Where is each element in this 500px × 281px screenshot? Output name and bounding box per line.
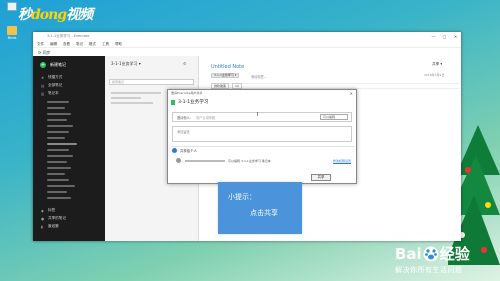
title-bar: 3-1-1业务学习 - Evernote — □ ✕ bbox=[33, 32, 461, 41]
window-title: 3-1-1业务学习 - Evernote bbox=[47, 34, 90, 38]
baidu-jingyan-logo: Bai 经验 bbox=[395, 244, 470, 264]
shared-user-blurred bbox=[185, 159, 225, 162]
text-cursor-icon: I bbox=[257, 112, 259, 118]
menu-note[interactable]: 笔记 bbox=[76, 42, 83, 47]
sidebar-item-tags[interactable]: ◆ 标签 bbox=[41, 208, 55, 213]
notebook-entry-blurred[interactable] bbox=[47, 173, 65, 175]
share-button[interactable]: 共享 ▾ bbox=[432, 62, 442, 67]
desktop-icon-folder[interactable]: Birds bbox=[3, 26, 21, 40]
tip-title: 小提示： bbox=[228, 193, 256, 201]
notebook-entry-blurred[interactable] bbox=[47, 101, 69, 103]
dialog-notebook-name: 3-1-1业务学习 bbox=[171, 99, 208, 105]
avatar bbox=[176, 158, 181, 163]
folder-icon bbox=[7, 26, 17, 35]
trash-icon: ▮ bbox=[41, 224, 43, 229]
notebook-entry-blurred[interactable] bbox=[47, 191, 67, 193]
desktop-icon-label: Birds bbox=[7, 36, 17, 40]
dialog-header: 邀请Evernote用户共享 ✕ bbox=[168, 90, 356, 96]
notebook-entry-blurred[interactable] bbox=[47, 137, 65, 139]
note-title[interactable]: Untitled Note bbox=[211, 64, 244, 70]
people-icon: ● bbox=[41, 216, 45, 221]
video-watermark: 秒dong视频 bbox=[18, 7, 93, 23]
tip-text: 点击共享 bbox=[250, 209, 278, 217]
notebook-entry-blurred[interactable] bbox=[47, 125, 73, 127]
toolbar: ⟳ 同步 bbox=[33, 49, 461, 56]
search-notes-input[interactable]: 搜索笔记 bbox=[109, 79, 194, 85]
notebook-icon: ▥ bbox=[41, 91, 45, 96]
sidebar-item-all-notes[interactable]: ▤ 全部笔记 bbox=[41, 83, 62, 88]
list-item-blurred[interactable] bbox=[111, 97, 141, 99]
notebook-entry-blurred[interactable] bbox=[47, 185, 75, 187]
notebook-selector[interactable]: 3-1-1业务学习 ▾ bbox=[211, 73, 240, 78]
notebook-entry-blurred[interactable] bbox=[47, 197, 71, 199]
notebook-entry-blurred[interactable] bbox=[47, 131, 69, 133]
recycle-bin-icon bbox=[7, 2, 17, 11]
close-button[interactable]: ✕ bbox=[450, 34, 461, 39]
menu-view[interactable]: 查看 bbox=[63, 42, 70, 47]
maximize-button[interactable]: □ bbox=[439, 34, 450, 39]
baidu-slogan: 解决你所有生活问题 bbox=[395, 266, 463, 274]
baidu-paw-icon bbox=[423, 246, 439, 261]
notebook-entry-selected[interactable] bbox=[47, 143, 77, 145]
note-icon: ▤ bbox=[41, 83, 45, 88]
minimize-button[interactable]: — bbox=[428, 34, 439, 39]
shared-with-header: 共享给个人 bbox=[172, 148, 197, 153]
sidebar-item-shortcuts[interactable]: ★ 快捷方式 bbox=[41, 75, 62, 80]
desktop-icon-recycle-bin[interactable] bbox=[3, 2, 21, 12]
note-date: 2018年3月9日 bbox=[424, 73, 445, 77]
shared-user-row: 可以编辑 3-1-1业务学习 笔记本 修改权限设置 bbox=[176, 158, 351, 163]
view-options-icon[interactable]: ⚙ bbox=[183, 61, 187, 66]
star-icon: ★ bbox=[41, 75, 45, 80]
notebook-icon bbox=[171, 99, 175, 105]
share-dialog: 邀请Evernote用户共享 ✕ 3-1-1业务学习 邀请他人： 用户名或邮箱 … bbox=[167, 89, 357, 184]
menu-format[interactable]: 格式 bbox=[89, 42, 96, 47]
notebook-entry-blurred[interactable] bbox=[47, 119, 67, 121]
menu-help[interactable]: 帮助 bbox=[115, 42, 122, 47]
add-tag-input[interactable]: 添加标签... bbox=[251, 74, 267, 79]
tip-box: 小提示： 点击共享 bbox=[218, 182, 302, 234]
list-item-blurred[interactable] bbox=[111, 102, 153, 104]
notebook-entry-blurred[interactable] bbox=[47, 161, 67, 163]
tag-icon: ◆ bbox=[41, 208, 44, 213]
people-icon bbox=[172, 148, 177, 153]
notebook-entry-blurred[interactable] bbox=[47, 167, 71, 169]
divider bbox=[171, 146, 355, 147]
notebook-entry-blurred[interactable] bbox=[47, 107, 65, 109]
menu-file[interactable]: 文件 bbox=[37, 42, 44, 47]
sidebar: + 新建笔记 ★ 快捷方式 ▤ 全部笔记 ▥ 笔记本 ◆ 标签 ● 共享的笔记 ▮ 废纸篓 bbox=[33, 56, 105, 241]
invite-input[interactable]: 邀请他人： 用户名或邮箱 可以编辑 bbox=[172, 112, 352, 122]
sidebar-item-trash[interactable]: ▮ 废纸篓 bbox=[41, 224, 59, 229]
notebook-entry-blurred[interactable] bbox=[47, 113, 71, 115]
new-note-button[interactable]: + 新建笔记 bbox=[40, 62, 66, 68]
notebook-entry-blurred[interactable] bbox=[47, 155, 73, 157]
permission-settings-link[interactable]: 修改权限设置 bbox=[333, 159, 351, 163]
sidebar-item-shared-notes[interactable]: ● 共享的笔记 bbox=[41, 216, 66, 221]
plus-icon: + bbox=[40, 62, 46, 68]
message-input[interactable]: 添加留言 bbox=[172, 126, 352, 142]
notebook-entry-blurred[interactable] bbox=[47, 179, 69, 181]
sidebar-item-notebooks[interactable]: ▥ 笔记本 bbox=[41, 91, 59, 96]
menu-edit[interactable]: 编辑 bbox=[50, 42, 57, 47]
close-icon[interactable]: ✕ bbox=[350, 91, 353, 96]
share-confirm-button[interactable]: 共享 bbox=[311, 174, 331, 181]
list-item-blurred[interactable] bbox=[111, 92, 161, 94]
sync-button[interactable]: ⟳ 同步 bbox=[38, 50, 51, 56]
menu-tools[interactable]: 工具 bbox=[102, 42, 109, 47]
menu-bar: 文件 编辑 查看 笔记 格式 工具 帮助 bbox=[33, 41, 461, 48]
notebook-entry-blurred[interactable] bbox=[47, 149, 69, 151]
permission-select[interactable]: 可以编辑 bbox=[320, 114, 348, 120]
dialog-title: 邀请Evernote用户共享 bbox=[171, 91, 203, 95]
list-title[interactable]: 3-1-1业务学习 ▾ bbox=[111, 61, 141, 67]
